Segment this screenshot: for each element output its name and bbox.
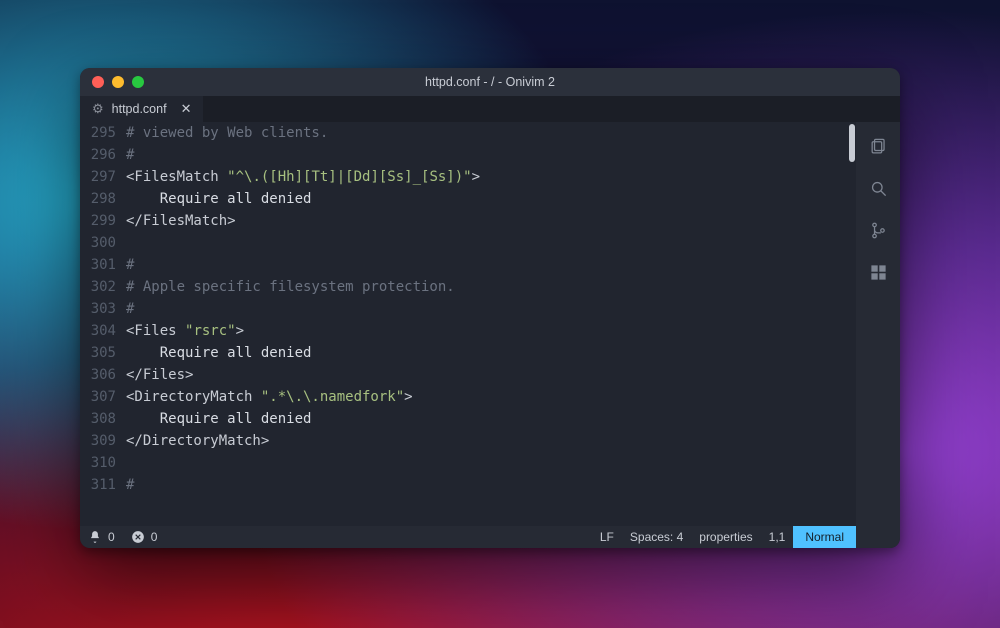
code-line[interactable]: </Files>	[126, 364, 846, 386]
indent-indicator[interactable]: Spaces: 4	[622, 530, 691, 544]
line-number: 295	[80, 122, 116, 144]
code-line[interactable]: </DirectoryMatch>	[126, 430, 846, 452]
window-controls	[92, 76, 144, 88]
line-number: 296	[80, 144, 116, 166]
line-number: 311	[80, 474, 116, 496]
activity-bar	[856, 122, 900, 548]
line-number: 307	[80, 386, 116, 408]
errors-indicator[interactable]: 0	[123, 530, 166, 544]
error-icon	[131, 530, 145, 544]
vertical-scrollbar[interactable]	[846, 122, 856, 526]
code-line[interactable]: Require all denied	[126, 342, 846, 364]
code-line[interactable]: Require all denied	[126, 408, 846, 430]
zoom-window-button[interactable]	[132, 76, 144, 88]
editor-window: httpd.conf - / - Onivim 2 ⚙ httpd.conf ✕…	[80, 68, 900, 548]
status-bar: 0 0 LF Spaces: 4 properties 1,1 Normal	[80, 526, 856, 548]
code-line[interactable]: </FilesMatch>	[126, 210, 846, 232]
code-line[interactable]: #	[126, 298, 846, 320]
tab-label: httpd.conf	[112, 102, 167, 116]
notifications-indicator[interactable]: 0	[80, 530, 123, 544]
line-number: 304	[80, 320, 116, 342]
tab-bar: ⚙ httpd.conf ✕	[80, 96, 900, 122]
code-line[interactable]: #	[126, 254, 846, 276]
code-line[interactable]: <FilesMatch "^\.([Hh][Tt]|[Dd][Ss]_[Ss])…	[126, 166, 846, 188]
notifications-count: 0	[108, 530, 115, 544]
scrollbar-thumb[interactable]	[849, 124, 855, 162]
code-line[interactable]: Require all denied	[126, 188, 846, 210]
code-line[interactable]: # Apple specific filesystem protection.	[126, 276, 846, 298]
filetype-indicator[interactable]: properties	[691, 530, 760, 544]
line-number: 299	[80, 210, 116, 232]
line-number: 309	[80, 430, 116, 452]
tab-httpd-conf[interactable]: ⚙ httpd.conf ✕	[80, 96, 204, 122]
code-editor[interactable]: 2952962972982993003013023033043053063073…	[80, 122, 856, 526]
eol-indicator[interactable]: LF	[592, 530, 622, 544]
vim-mode-indicator: Normal	[793, 526, 856, 548]
gear-icon: ⚙	[92, 101, 104, 117]
window-title: httpd.conf - / - Onivim 2	[80, 75, 900, 89]
code-line[interactable]: <Files "rsrc">	[126, 320, 846, 342]
line-number: 305	[80, 342, 116, 364]
bell-icon	[88, 530, 102, 544]
line-number: 297	[80, 166, 116, 188]
minimize-window-button[interactable]	[112, 76, 124, 88]
desktop-wallpaper: httpd.conf - / - Onivim 2 ⚙ httpd.conf ✕…	[0, 0, 1000, 628]
line-number: 306	[80, 364, 116, 386]
line-number-gutter: 2952962972982993003013023033043053063073…	[80, 122, 126, 526]
code-line[interactable]: <DirectoryMatch ".*\.\.namedfork">	[126, 386, 846, 408]
line-number: 310	[80, 452, 116, 474]
line-number: 301	[80, 254, 116, 276]
explorer-button[interactable]	[868, 136, 888, 156]
code-line[interactable]: # viewed by Web clients.	[126, 122, 846, 144]
code-line[interactable]: #	[126, 474, 846, 496]
titlebar[interactable]: httpd.conf - / - Onivim 2	[80, 68, 900, 96]
source-control-button[interactable]	[868, 220, 888, 240]
code-content[interactable]: # viewed by Web clients.#<FilesMatch "^\…	[126, 122, 846, 526]
line-number: 300	[80, 232, 116, 254]
errors-count: 0	[151, 530, 158, 544]
search-button[interactable]	[868, 178, 888, 198]
cursor-position[interactable]: 1,1	[761, 530, 794, 544]
line-number: 302	[80, 276, 116, 298]
code-line[interactable]: #	[126, 144, 846, 166]
line-number: 303	[80, 298, 116, 320]
extensions-button[interactable]	[868, 262, 888, 282]
code-line[interactable]	[126, 452, 846, 474]
line-number: 298	[80, 188, 116, 210]
close-window-button[interactable]	[92, 76, 104, 88]
line-number: 308	[80, 408, 116, 430]
close-tab-button[interactable]: ✕	[181, 101, 192, 117]
code-line[interactable]	[126, 232, 846, 254]
